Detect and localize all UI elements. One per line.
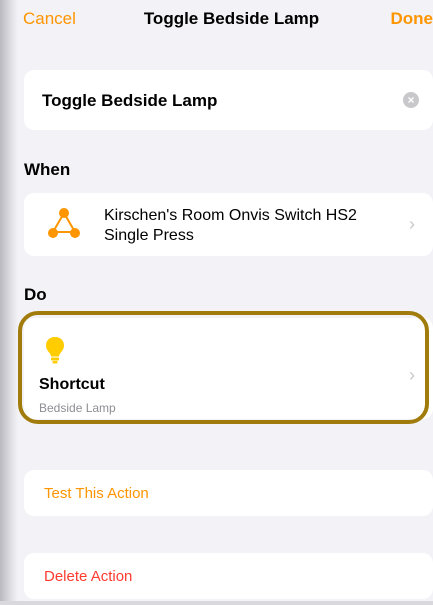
automation-name-field[interactable]: Toggle Bedside Lamp × [24, 70, 433, 130]
test-action-button[interactable]: Test This Action [24, 470, 433, 516]
when-section-header: When [24, 160, 71, 179]
trigger-event: Single Press [104, 227, 194, 244]
highlight-outline [18, 311, 429, 424]
delete-action-button[interactable]: Delete Action [24, 553, 433, 599]
nav-title: Toggle Bedside Lamp [143, 9, 320, 28]
bottom-divider [0, 601, 433, 605]
automation-name-value[interactable]: Toggle Bedside Lamp [42, 91, 217, 111]
accessory-trigger-icon [48, 208, 80, 238]
trigger-description: Kirschen's Room Onvis Switch HS2 Single … [104, 206, 394, 246]
trigger-row[interactable]: Kirschen's Room Onvis Switch HS2 Single … [24, 193, 433, 256]
do-section-header: Do [24, 285, 47, 304]
done-button[interactable]: Done [391, 9, 433, 29]
test-action-label: Test This Action [44, 485, 149, 502]
delete-action-label: Delete Action [44, 568, 133, 585]
clear-text-icon[interactable]: × [403, 92, 419, 108]
chevron-right-icon: › [409, 214, 415, 234]
device-frame-edge [0, 0, 18, 605]
navigation-bar: Cancel Toggle Bedside Lamp Done [18, 0, 433, 36]
trigger-accessory-name: Kirschen's Room Onvis Switch HS2 [104, 207, 357, 224]
